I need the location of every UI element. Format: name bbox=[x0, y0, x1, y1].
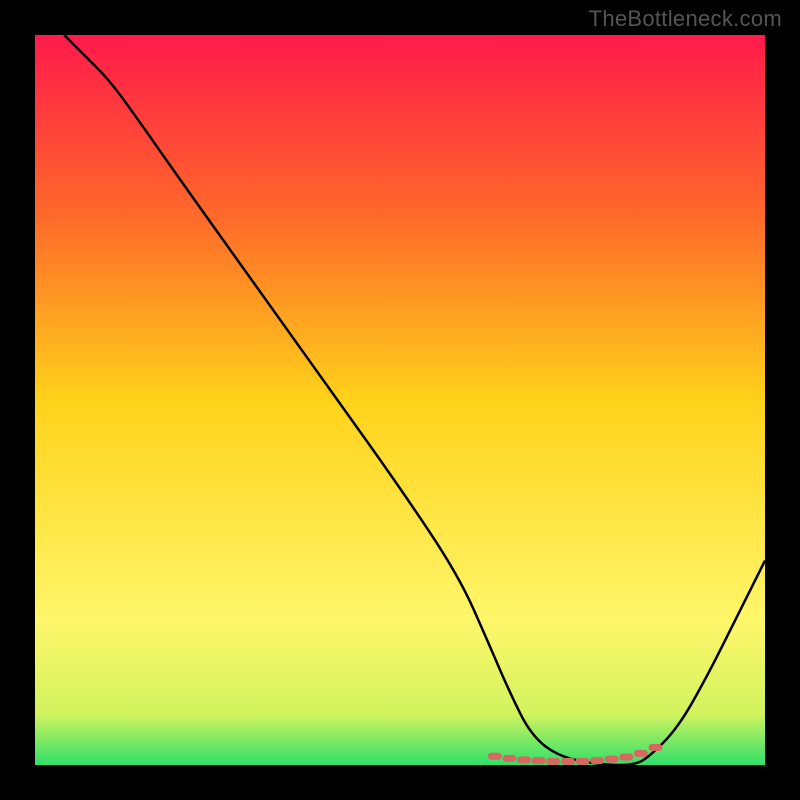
sweet-spot-marker bbox=[532, 757, 546, 764]
sweet-spot-marker bbox=[561, 758, 575, 765]
sweet-spot-marker bbox=[619, 753, 633, 760]
sweet-spot-marker bbox=[576, 758, 590, 765]
sweet-spot-marker bbox=[488, 753, 502, 760]
sweet-spot-marker bbox=[517, 756, 531, 763]
chart-frame: TheBottleneck.com bbox=[0, 0, 800, 800]
sweet-spot-marker bbox=[590, 757, 604, 764]
sweet-spot-marker bbox=[634, 750, 648, 757]
sweet-spot-marker bbox=[649, 744, 663, 751]
watermark-text: TheBottleneck.com bbox=[589, 6, 782, 32]
sweet-spot-marker bbox=[605, 756, 619, 763]
sweet-spot-marker bbox=[503, 755, 517, 762]
chart-svg bbox=[35, 35, 765, 765]
sweet-spot-marker bbox=[546, 758, 560, 765]
plot-area bbox=[35, 35, 765, 765]
chart-background bbox=[35, 35, 765, 765]
